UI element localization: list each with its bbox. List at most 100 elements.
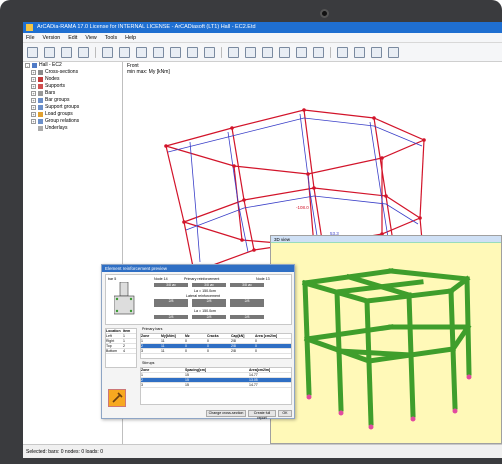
cross-section-icon bbox=[114, 282, 135, 315]
node-icon bbox=[38, 77, 43, 82]
filter-icon[interactable] bbox=[245, 46, 256, 58]
column-header: Mz bbox=[185, 334, 190, 338]
table-icon[interactable] bbox=[262, 46, 273, 58]
print-icon[interactable] bbox=[78, 46, 89, 58]
tree-item-label: Supports bbox=[45, 83, 66, 89]
move-icon[interactable] bbox=[102, 46, 113, 58]
expand-icon[interactable]: + bbox=[31, 98, 36, 103]
primary-bars-table: Zone My[kNm] Mz Cracks Cap[kN] Area [cm2/m] 1… bbox=[140, 333, 292, 359]
collapse-icon[interactable]: - bbox=[25, 63, 30, 68]
moment-label: -108.0 bbox=[296, 205, 309, 210]
tree-item[interactable]: + Supports bbox=[23, 83, 122, 90]
menu-version[interactable]: Version bbox=[43, 35, 61, 41]
view-3d-icon[interactable] bbox=[279, 46, 290, 58]
view-3d-title: 3D view bbox=[271, 236, 501, 243]
rebar-cell: 2/8 bbox=[230, 315, 264, 319]
tree-item[interactable]: + Bars bbox=[23, 90, 122, 97]
rebar-cell: 2/8 bbox=[154, 315, 188, 319]
table-cell: 2 bbox=[141, 378, 143, 382]
status-bar: Selected: bars: 0 nodes: 0 loads: 0 bbox=[23, 444, 502, 458]
node-left: Node 14 bbox=[154, 277, 168, 281]
group-icon bbox=[38, 98, 43, 103]
zoom-in-icon[interactable] bbox=[119, 46, 130, 58]
undo-icon[interactable] bbox=[187, 46, 198, 58]
expand-icon[interactable]: + bbox=[31, 119, 36, 124]
relation-icon bbox=[38, 119, 43, 124]
primary-bars-label: Primary bars bbox=[142, 327, 163, 331]
help-icon[interactable] bbox=[388, 46, 399, 58]
menu-view[interactable]: View bbox=[85, 35, 96, 41]
rebar-cell: 2/8 bbox=[192, 315, 226, 319]
view-result: min max: My [kNm] bbox=[127, 69, 170, 75]
table-cell: 11 bbox=[161, 344, 165, 348]
column-header: Spacing[cm] bbox=[185, 368, 207, 372]
reinforcement-dialog: Element reinforcement preview bar 5 Node… bbox=[101, 264, 295, 420]
report-icon[interactable] bbox=[354, 46, 365, 58]
tree-item[interactable]: + Group relations bbox=[23, 118, 122, 125]
frame-icon[interactable] bbox=[296, 46, 307, 58]
table-row[interactable]: Bottom 4 bbox=[106, 349, 136, 354]
table-row[interactable]: 3 15 14.77 bbox=[141, 383, 291, 388]
tree-item[interactable]: Underlays bbox=[23, 125, 122, 132]
grid-icon[interactable] bbox=[228, 46, 239, 58]
change-cross-section-button[interactable]: Change cross-section bbox=[206, 410, 246, 417]
results-icon[interactable] bbox=[313, 46, 324, 58]
table-cell: 2/8 bbox=[231, 349, 236, 353]
table-cell: Bottom bbox=[106, 349, 118, 353]
menu-file[interactable]: File bbox=[26, 35, 35, 41]
table-cell: 2/8 bbox=[231, 344, 236, 348]
table-cell: 13.05 bbox=[249, 378, 258, 382]
table-cell: 11 bbox=[161, 339, 165, 343]
expand-icon[interactable]: + bbox=[31, 112, 36, 117]
rebar-cell: 3/8 øc bbox=[230, 283, 264, 287]
table-cell: 4 bbox=[123, 349, 125, 353]
zoom-out-icon[interactable] bbox=[136, 46, 147, 58]
tree-item[interactable]: + Nodes bbox=[23, 76, 122, 83]
table-row[interactable]: 3 11 0 0 2/8 0 bbox=[141, 349, 291, 354]
lateral-header: Lateral reinforcement bbox=[186, 294, 220, 298]
table-cell: 15 bbox=[185, 378, 189, 382]
stirrups-table: Zone Spacing[cm] Area[cm2/m] 1 15 14.77 2 15 1… bbox=[140, 367, 292, 405]
tree-root[interactable]: - Hall - EC2 bbox=[23, 62, 122, 69]
tree-item[interactable]: + Cross-sections bbox=[23, 69, 122, 76]
stirrups-label: Stirrups bbox=[142, 361, 155, 365]
expand-icon[interactable]: + bbox=[31, 70, 36, 75]
green-frame-members bbox=[301, 268, 472, 426]
menu-tools[interactable]: Tools bbox=[105, 35, 117, 41]
cross-section-icon bbox=[38, 70, 43, 75]
table-cell: 14.77 bbox=[249, 373, 258, 377]
tree-item-label: Underlays bbox=[45, 125, 68, 131]
expand-icon[interactable]: + bbox=[31, 77, 36, 82]
load-icon bbox=[38, 112, 43, 117]
menu-help[interactable]: Help bbox=[125, 35, 136, 41]
expand-icon[interactable]: + bbox=[31, 91, 36, 96]
ok-button[interactable]: OK bbox=[278, 410, 292, 417]
support-icon bbox=[38, 84, 43, 89]
dialog-title: Element reinforcement preview bbox=[102, 265, 294, 272]
tree-item-label: Load groups bbox=[45, 111, 73, 117]
zoom-window-icon[interactable] bbox=[153, 46, 164, 58]
open-file-icon[interactable] bbox=[44, 46, 55, 58]
delete-icon[interactable] bbox=[170, 46, 181, 58]
menu-edit[interactable]: Edit bbox=[68, 35, 77, 41]
calculator-icon[interactable] bbox=[337, 46, 348, 58]
save-icon[interactable] bbox=[61, 46, 72, 58]
title-bar: ArCADia-RAMA 17.0 License for INTERNAL L… bbox=[23, 22, 502, 33]
tree-item[interactable]: + Load groups bbox=[23, 111, 122, 118]
view-3d-panel[interactable]: 3D view bbox=[270, 235, 502, 444]
column-header: Cap[kN] bbox=[231, 334, 245, 338]
tree-item[interactable]: + Bar groups bbox=[23, 97, 122, 104]
column-header: Location bbox=[106, 329, 121, 333]
wrench-icon[interactable] bbox=[371, 46, 382, 58]
redo-icon[interactable] bbox=[204, 46, 215, 58]
expand-icon[interactable]: + bbox=[31, 84, 36, 89]
tree-item[interactable]: + Support groups bbox=[23, 104, 122, 111]
menu-bar: File Version Edit View Tools Help bbox=[23, 33, 502, 43]
create-report-button[interactable]: Create full report bbox=[248, 410, 276, 420]
table-cell: 0 bbox=[185, 339, 187, 343]
new-file-icon[interactable] bbox=[27, 46, 38, 58]
expand-icon[interactable]: + bbox=[31, 105, 36, 110]
window-title: ArCADia-RAMA 17.0 License for INTERNAL L… bbox=[37, 24, 256, 30]
rebar-cell: 2/8 bbox=[154, 299, 188, 307]
